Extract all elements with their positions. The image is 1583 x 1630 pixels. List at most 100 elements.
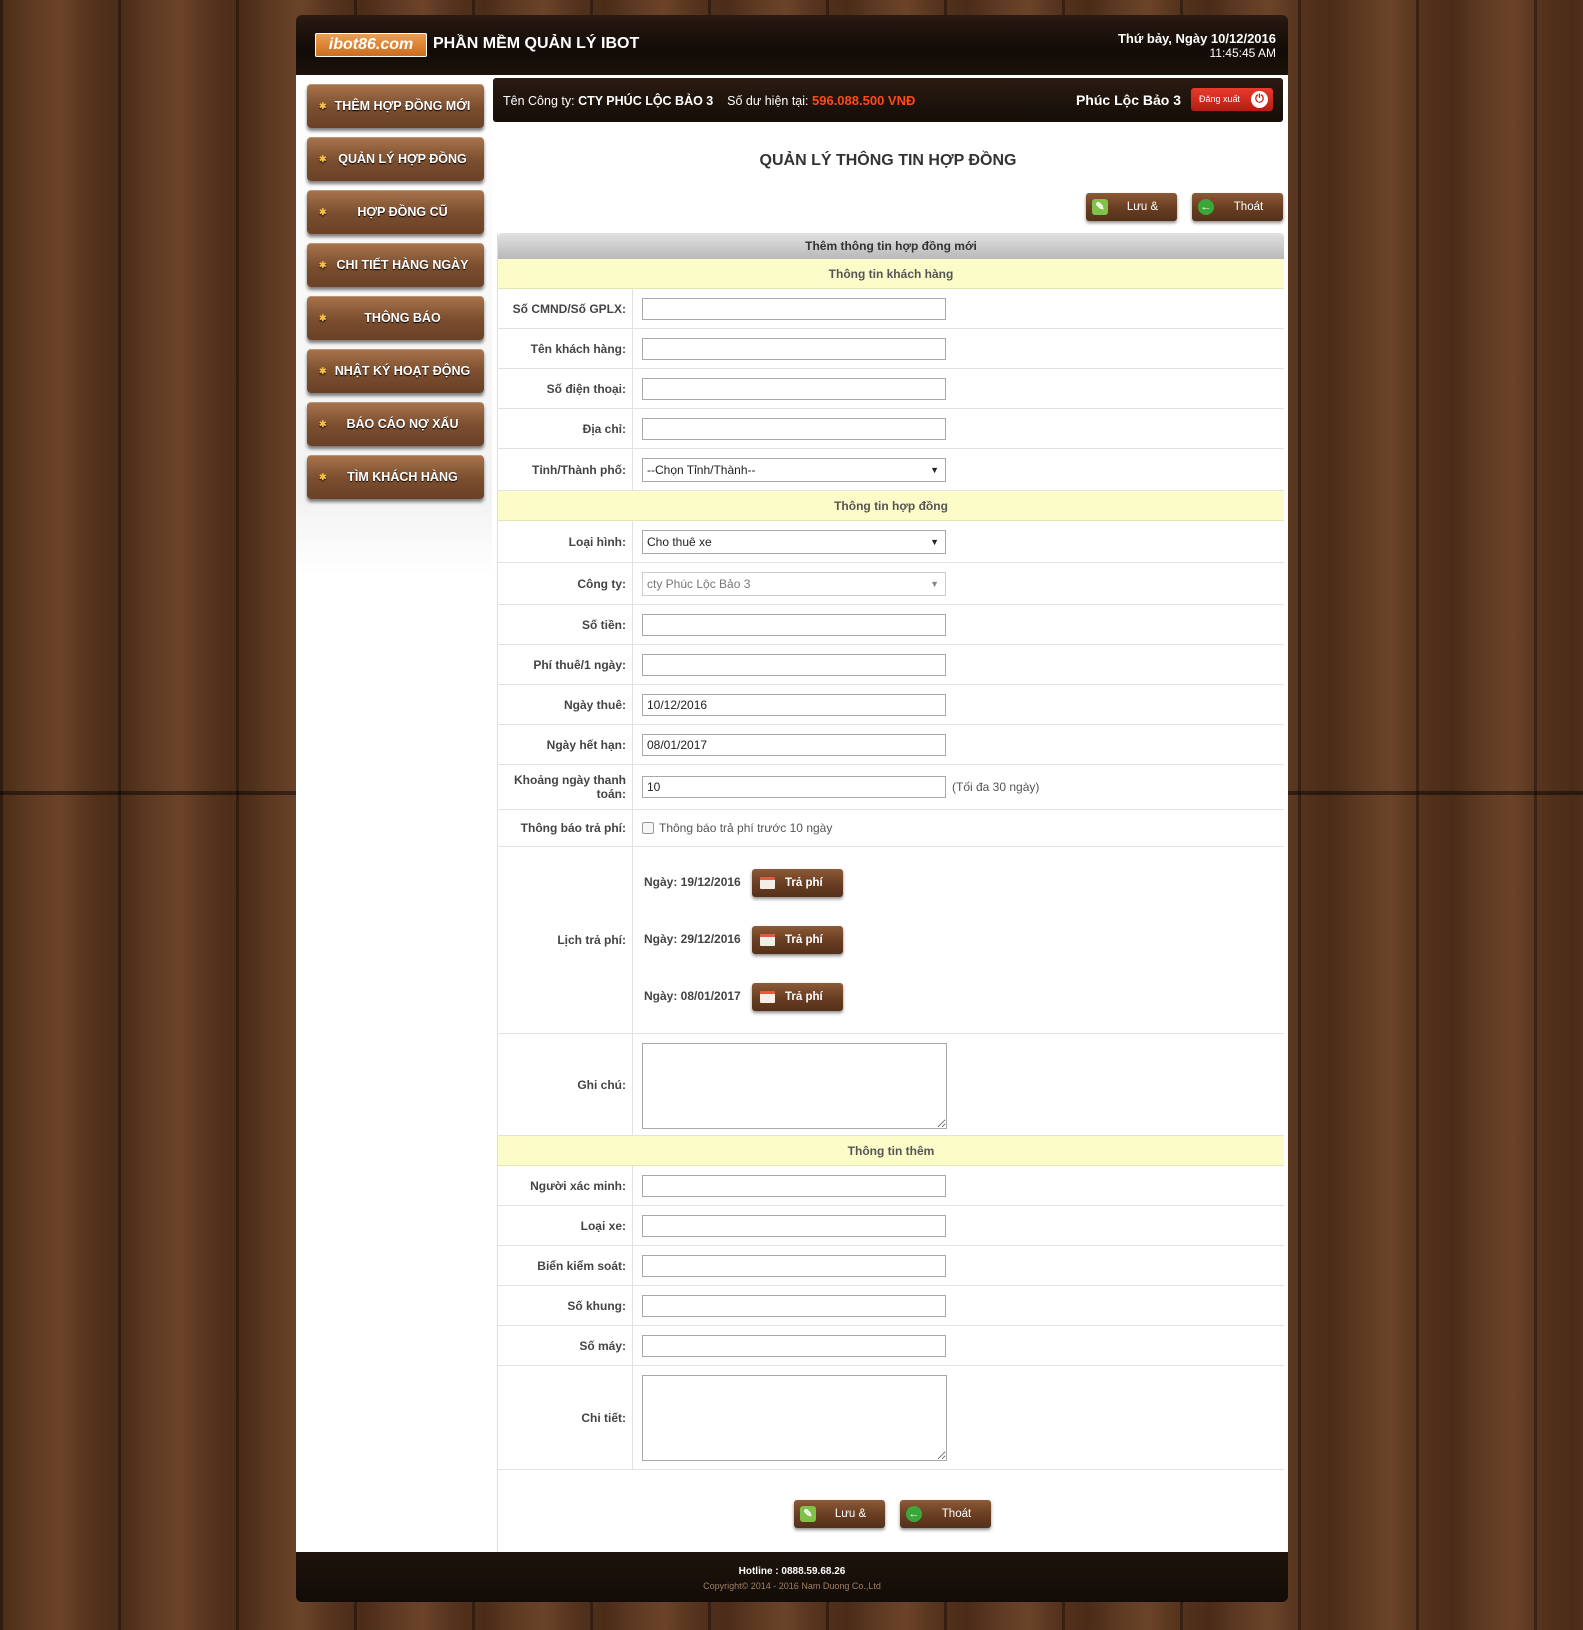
sidebar-item-manage-contracts[interactable]: ✱ QUẢN LÝ HỢP ĐỒNG xyxy=(307,137,484,181)
field-label: Ngày thuê: xyxy=(498,685,633,724)
sidebar-item-add-contract[interactable]: ✱ THÊM HỢP ĐỒNG MỚI xyxy=(307,84,484,128)
balance-value: 596.088.500 VNĐ xyxy=(812,93,916,108)
row-type: Loại hình: Cho thuê xe ▼ xyxy=(498,521,1284,563)
field-label: Số máy: xyxy=(498,1326,633,1365)
sidebar: ✱ THÊM HỢP ĐỒNG MỚI ✱ QUẢN LÝ HỢP ĐỒNG ✱ HỢ… xyxy=(296,75,492,575)
field-label: Biển kiểm soát: xyxy=(498,1246,633,1285)
bullet-icon: ✱ xyxy=(319,206,327,217)
row-note: Ghi chú: xyxy=(498,1034,1284,1136)
exit-button-bottom[interactable]: ← Thoát xyxy=(900,1500,991,1528)
pay-fee-label: Trả phí xyxy=(785,991,823,1003)
exit-button[interactable]: ← Thoát xyxy=(1192,193,1283,221)
company-label: Tên Công ty: xyxy=(503,94,575,108)
row-phone: Số điện thoại: xyxy=(498,369,1284,409)
bullet-icon: ✱ xyxy=(319,471,327,482)
note-textarea[interactable] xyxy=(642,1043,947,1129)
pay-fee-button[interactable]: Trả phí xyxy=(752,869,843,897)
sidebar-item-label: HỢP ĐỒNG CŨ xyxy=(357,205,448,219)
expiry-date-input[interactable] xyxy=(642,734,946,756)
save-exit-button[interactable]: ✎ Lưu & Thoát xyxy=(1086,193,1177,241)
row-company: Công ty: cty Phúc Lộc Bảo 3 ▼ xyxy=(498,563,1284,605)
fee-notice-checkbox[interactable] xyxy=(642,822,654,834)
details-textarea[interactable] xyxy=(642,1375,947,1461)
logout-button[interactable]: Đăng xuất ⏻ xyxy=(1191,88,1273,111)
app-title: PHẦN MỀM QUẢN LÝ IBOT xyxy=(433,35,640,52)
row-fee-notice: Thông báo trả phí: Thông báo trả phí trư… xyxy=(498,810,1284,847)
page-title: QUẢN LÝ THÔNG TIN HỢP ĐỒNG xyxy=(759,152,1017,169)
bullet-icon: ✱ xyxy=(319,259,327,270)
hotline: Hotline : 0888.59.68.26 xyxy=(738,1566,846,1577)
exit-label: Thoát xyxy=(941,1508,972,1520)
sidebar-item-label: NHẬT KÝ HOẠT ĐỘNG xyxy=(334,364,471,378)
row-verifier: Người xác minh: xyxy=(498,1166,1284,1206)
plate-input[interactable] xyxy=(642,1255,946,1277)
bullet-icon: ✱ xyxy=(319,153,327,164)
logo[interactable]: ibot86.com xyxy=(315,33,427,57)
app-window: ibot86.com PHẦN MỀM QUẢN LÝ IBOT Thứ bảy… xyxy=(296,15,1288,1602)
rent-date-input[interactable] xyxy=(642,694,946,716)
pay-fee-button[interactable]: Trả phí xyxy=(752,926,843,954)
field-label: Ghi chú: xyxy=(498,1034,633,1135)
pay-interval-input[interactable] xyxy=(642,776,946,798)
save-icon: ✎ xyxy=(1092,199,1108,215)
amount-input[interactable] xyxy=(642,614,946,636)
row-pay-interval: Khoảng ngày thanh toán: (Tối đa 30 ngày) xyxy=(498,765,1284,810)
copyright: Copyright© 2014 - 2016 Nam Duong Co.,Ltd xyxy=(703,1581,881,1591)
header-date: Thứ bảy, Ngày 10/12/2016 xyxy=(1117,31,1276,46)
pay-fee-label: Trả phí xyxy=(785,934,823,946)
fee-notice-checkbox-label[interactable]: Thông báo trả phí trước 10 ngày xyxy=(659,821,832,835)
sidebar-item-activity-log[interactable]: ✱ NHẬT KÝ HOẠT ĐỘNG xyxy=(307,349,484,393)
schedule-date: Ngày: 08/01/2017 xyxy=(644,989,741,1003)
field-label: Người xác minh: xyxy=(498,1166,633,1205)
field-label: Tỉnh/Thành phố: xyxy=(498,449,633,490)
exit-label: Thoát xyxy=(1233,201,1264,213)
sidebar-item-label: QUẢN LÝ HỢP ĐỒNG xyxy=(338,152,467,166)
field-label: Thông báo trả phí: xyxy=(498,810,633,846)
daily-fee-input[interactable] xyxy=(642,654,946,676)
row-details: Chi tiết: xyxy=(498,1366,1284,1470)
section-extra: Thông tin thêm xyxy=(498,1136,1284,1166)
verifier-input[interactable] xyxy=(642,1175,946,1197)
province-select[interactable]: --Chọn Tỉnh/Thành-- ▼ xyxy=(642,458,946,482)
vehicle-type-input[interactable] xyxy=(642,1215,946,1237)
field-label: Lịch trả phí: xyxy=(498,847,633,1033)
header-time: 11:45:45 AM xyxy=(1209,46,1277,60)
id-card-input[interactable] xyxy=(642,298,946,320)
address-input[interactable] xyxy=(642,418,946,440)
field-label: Loại hình: xyxy=(498,521,633,562)
sidebar-item-daily-details[interactable]: ✱ CHI TIẾT HÀNG NGÀY xyxy=(307,243,484,287)
power-icon: ⏻ xyxy=(1251,91,1268,108)
row-frame-no: Số khung: xyxy=(498,1286,1284,1326)
bullet-icon: ✱ xyxy=(319,100,327,111)
sidebar-item-notifications[interactable]: ✱ THÔNG BÁO xyxy=(307,296,484,340)
phone-input[interactable] xyxy=(642,378,946,400)
row-vehicle-type: Loại xe: xyxy=(498,1206,1284,1246)
customer-name-input[interactable] xyxy=(642,338,946,360)
sidebar-item-label: THÊM HỢP ĐỒNG MỚI xyxy=(334,99,471,113)
row-plate: Biển kiểm soát: xyxy=(498,1246,1284,1286)
field-label: Địa chỉ: xyxy=(498,409,633,448)
sidebar-item-find-customer[interactable]: ✱ TÌM KHÁCH HÀNG xyxy=(307,455,484,499)
field-label: Số CMND/Số GPLX: xyxy=(498,289,633,328)
field-label: Phí thuê/1 ngày: xyxy=(498,645,633,684)
row-amount: Số tiền: xyxy=(498,605,1284,645)
bullet-icon: ✱ xyxy=(319,418,327,429)
sidebar-item-label: THÔNG BÁO xyxy=(364,311,441,325)
back-arrow-icon: ← xyxy=(1198,199,1214,215)
form-header: Thêm thông tin hợp đồng mới xyxy=(498,233,1284,259)
save-exit-button-bottom[interactable]: ✎ Lưu & Thoát xyxy=(794,1500,885,1548)
dropdown-arrow-icon: ▼ xyxy=(930,537,939,547)
type-select[interactable]: Cho thuê xe ▼ xyxy=(642,530,946,554)
company-select: cty Phúc Lộc Bảo 3 ▼ xyxy=(642,572,946,596)
sidebar-item-bad-debt-report[interactable]: ✱ BÁO CÁO NỢ XẤU xyxy=(307,402,484,446)
contract-form: Thêm thông tin hợp đồng mới Thông tin kh… xyxy=(497,233,1284,1552)
row-province: Tỉnh/Thành phố: --Chọn Tỉnh/Thành-- ▼ xyxy=(498,449,1284,491)
frame-no-input[interactable] xyxy=(642,1295,946,1317)
pay-fee-button[interactable]: Trả phí xyxy=(752,983,843,1011)
bullet-icon: ✱ xyxy=(319,312,327,323)
sidebar-item-old-contracts[interactable]: ✱ HỢP ĐỒNG CŨ xyxy=(307,190,484,234)
sidebar-item-label: TÌM KHÁCH HÀNG xyxy=(347,470,458,484)
info-bar: Tên Công ty: CTY PHÚC LỘC BẢO 3 Số dư hi… xyxy=(493,78,1283,122)
schedule-date: Ngày: 19/12/2016 xyxy=(644,875,741,889)
engine-no-input[interactable] xyxy=(642,1335,946,1357)
